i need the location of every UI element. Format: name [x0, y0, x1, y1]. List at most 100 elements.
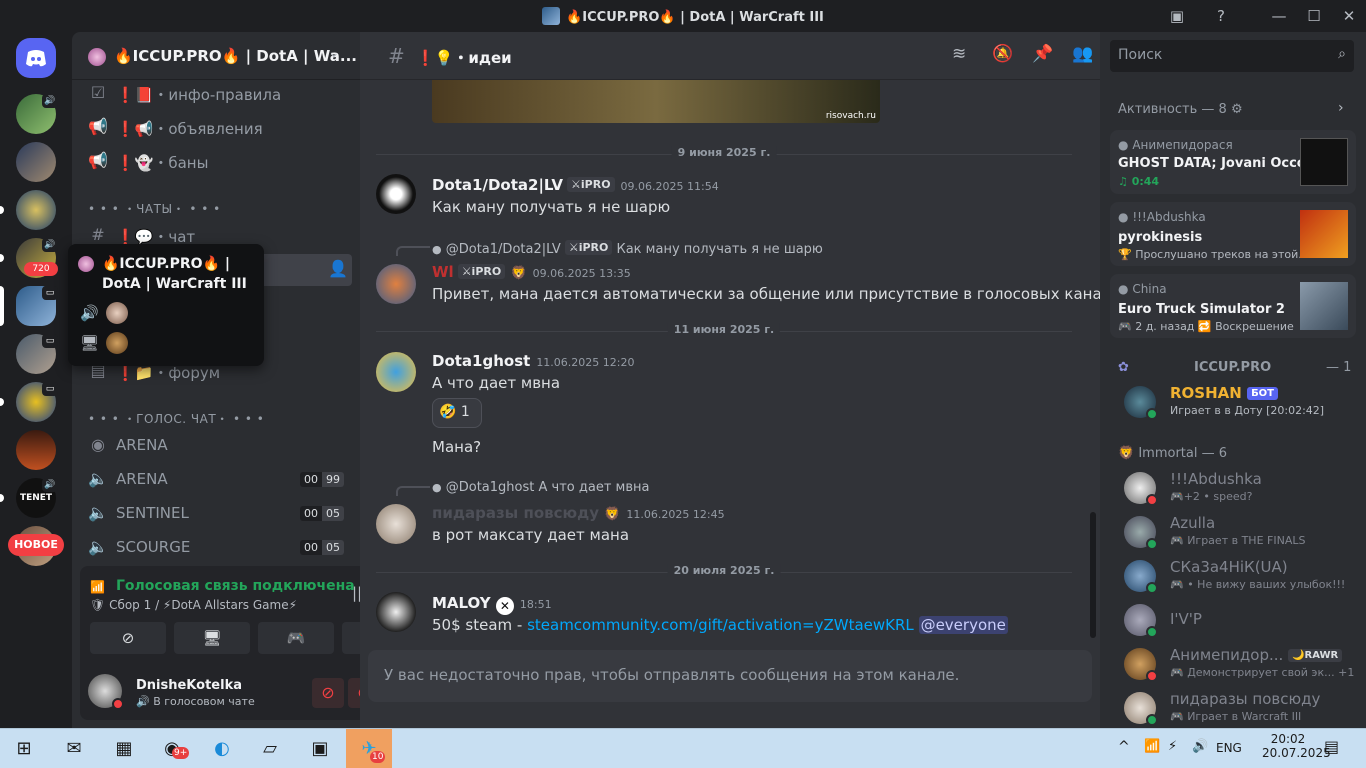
- avatar[interactable]: [376, 264, 416, 304]
- screen-badge-icon: ▭: [42, 382, 58, 396]
- noise-suppression-icon[interactable]: |||: [352, 584, 360, 602]
- server-icon-2[interactable]: [16, 142, 56, 182]
- avatar[interactable]: [376, 504, 416, 544]
- beta-app[interactable]: ▣: [298, 733, 342, 765]
- message-text: 50$ steam - steamcommunity.com/gift/acti…: [432, 616, 1008, 634]
- everyone-mention[interactable]: @everyone: [918, 616, 1008, 634]
- message-author[interactable]: Dota1ghost 11.06.2025 12:20: [432, 352, 635, 370]
- reply-preview[interactable]: ● @Dota1/Dota2|LV ⚔iPRO Как ману получать…: [432, 240, 823, 257]
- channel-info-rules[interactable]: ☑ ❗📕・инфо-правила: [80, 78, 352, 110]
- member-row[interactable]: !!!Abdushka 🎮+2 • speed?: [1116, 468, 1356, 510]
- channel-bans[interactable]: 📢 ❗👻・баны: [80, 146, 352, 178]
- server-icon-8[interactable]: [16, 430, 56, 470]
- activity-button[interactable]: 🎮: [258, 622, 334, 654]
- window-title-wrap: 🔥ICCUP.PRO🔥 | DotA | WarCraft III: [0, 7, 1366, 25]
- stage-channel-arena[interactable]: ◉ ARENA: [80, 430, 352, 462]
- screen-share-button[interactable]: 🖥: [174, 622, 250, 654]
- help-icon[interactable]: ?: [1210, 6, 1232, 26]
- image-attachment[interactable]: risovach.ru: [432, 80, 880, 123]
- telegram-app[interactable]: ✈ 10: [346, 729, 392, 768]
- voice-channel-name[interactable]: 🛡 Сбор 1 / ⚡DotA Allstars Game⚡: [90, 598, 297, 612]
- pin-icon[interactable]: 📌: [1032, 44, 1053, 64]
- reaction-button[interactable]: 🤣 1: [432, 398, 482, 428]
- language-indicator[interactable]: ENG: [1216, 741, 1242, 755]
- maximize-button[interactable]: ☐: [1303, 6, 1325, 26]
- chevron-right-icon[interactable]: ›: [1338, 100, 1344, 116]
- new-badge: НОВОЕ: [8, 534, 64, 556]
- activity-card[interactable]: ● Анимепидорася GHOST DATA; Jovani Occo.…: [1110, 130, 1356, 194]
- notifications-icon[interactable]: ▤: [1324, 737, 1339, 756]
- server-header[interactable]: 🔥ICCUP.PRO🔥 | DotA | Wa... ⌄: [72, 32, 360, 80]
- date-divider: 20 июля 2025 г.: [376, 564, 1072, 577]
- power-icon[interactable]: ⚡: [1168, 739, 1177, 754]
- gift-link[interactable]: steamcommunity.com/gift/activation=yZWta…: [527, 616, 914, 634]
- clock[interactable]: 20:02 20.07.2025: [1262, 732, 1331, 760]
- threads-icon[interactable]: ≋: [952, 44, 966, 64]
- camera-button[interactable]: ⊘: [90, 622, 166, 654]
- activity-user: ● !!!Abdushka: [1118, 210, 1206, 224]
- start-button[interactable]: ⊞: [2, 733, 46, 765]
- reply-preview[interactable]: ● @Dota1ghost А что дает мвна: [432, 480, 649, 495]
- chrome-app[interactable]: ◉ 9+: [150, 733, 194, 765]
- activity-card[interactable]: ● !!!Abdushka pyrokinesis 🏆 Прослушано т…: [1110, 202, 1356, 266]
- server-tag: ⚔iPRO: [457, 264, 506, 279]
- avatar[interactable]: [376, 174, 416, 214]
- calculator-app[interactable]: ▦: [102, 733, 146, 765]
- member-row[interactable]: СКа3а4НiК(UA) 🎮 • Не вижу ваших улыбок!!…: [1116, 556, 1356, 598]
- add-member-icon[interactable]: 👤: [328, 259, 348, 278]
- close-button[interactable]: ✕: [1338, 6, 1360, 26]
- announcement-icon: 📢: [88, 117, 108, 136]
- voice-channel-arena[interactable]: 🔈 ARENA 00 99: [80, 464, 352, 496]
- category-chats[interactable]: • • • ・ЧАТЫ・ • • •: [88, 200, 221, 217]
- member-list-icon[interactable]: 👥: [1072, 44, 1093, 64]
- member-name: ROSHAN БОТ: [1170, 384, 1279, 402]
- deafen-button[interactable]: ⊘: [348, 678, 360, 708]
- username[interactable]: DnisheKotelka: [136, 678, 242, 693]
- rules-icon: ☑: [90, 83, 106, 102]
- mute-channel-icon[interactable]: 🔕: [992, 44, 1013, 64]
- online-status-icon: [1146, 408, 1158, 420]
- message-author[interactable]: Dota1/Dota2|LV ⚔iPRO 09.06.2025 11:54: [432, 176, 719, 194]
- member-row[interactable]: Анимепидор... 🌙RAWR 🎮 Демонстрирует свой…: [1116, 644, 1356, 686]
- message-author[interactable]: пидаразы повсюду 🦁 11.06.2025 12:45: [432, 504, 725, 522]
- voice-channel-scourge[interactable]: 🔈 SCOURGE 00 05: [80, 532, 352, 564]
- mail-app[interactable]: ✉: [52, 733, 96, 765]
- soundboard-button[interactable]: ✺: [342, 622, 360, 654]
- screen-badge-icon: ▭: [42, 334, 58, 348]
- category-voice[interactable]: • • • ・ГОЛОС. ЧАТ・ • • •: [88, 410, 264, 427]
- member-roshan[interactable]: ROSHAN БОТ Играет в в Доту [20:02:42]: [1116, 382, 1356, 424]
- member-row[interactable]: Azulla 🎮 Играет в THE FINALS: [1116, 512, 1356, 554]
- avatar[interactable]: [376, 352, 416, 392]
- activity-header[interactable]: Активность — 8 ⚙: [1118, 102, 1243, 117]
- author-name: пидаразы повсюду: [432, 504, 599, 522]
- voice-channel-sentinel[interactable]: 🔈 SENTINEL 00 05: [80, 498, 352, 530]
- volume-icon[interactable]: 🔊: [1192, 739, 1208, 754]
- gamepad-icon: 🎮: [286, 629, 306, 647]
- edge-app[interactable]: ◐: [200, 733, 244, 765]
- server-icon-3[interactable]: [16, 190, 56, 230]
- message-time: 11.06.2025 12:45: [626, 508, 725, 521]
- scrollbar-thumb[interactable]: [1090, 512, 1096, 638]
- files-app[interactable]: ▱: [248, 733, 292, 765]
- mute-button[interactable]: ⊘: [312, 678, 344, 708]
- message-author[interactable]: MALOY ✕ 18:51: [432, 594, 552, 615]
- member-name: Azulla: [1170, 514, 1216, 532]
- voice-status[interactable]: Голосовая связь подключена: [116, 578, 355, 594]
- tray-chevron-icon[interactable]: ^: [1118, 739, 1130, 755]
- inbox-icon[interactable]: ▣: [1166, 6, 1188, 26]
- message-author[interactable]: Wl ⚔iPRO 🦁 09.06.2025 13:35: [432, 263, 631, 281]
- member-row[interactable]: пидаразы повсюду 🎮 Играет в Warcraft III: [1116, 688, 1356, 728]
- user-limit: 99: [322, 472, 344, 487]
- user-count: 00: [300, 506, 322, 521]
- minimize-button[interactable]: —: [1268, 6, 1290, 26]
- search-input[interactable]: Поиск ⌕: [1110, 40, 1354, 72]
- files-icon: ▱: [263, 738, 277, 759]
- channel-announcements[interactable]: 📢 ❗📢・объявления: [80, 112, 352, 144]
- activity-card[interactable]: ● China Euro Truck Simulator 2 🎮 2 д. на…: [1110, 274, 1356, 338]
- avatar[interactable]: [376, 592, 416, 632]
- home-button[interactable]: [16, 38, 56, 78]
- member-row[interactable]: I'V'P: [1116, 600, 1356, 642]
- channel-sidebar: 🔥ICCUP.PRO🔥 | DotA | Wa... ⌄ ☑ ❗📕・инфо-пр…: [72, 32, 360, 728]
- network-icon[interactable]: 📶: [1144, 739, 1160, 754]
- user-limit-badge: 00 99: [300, 472, 344, 489]
